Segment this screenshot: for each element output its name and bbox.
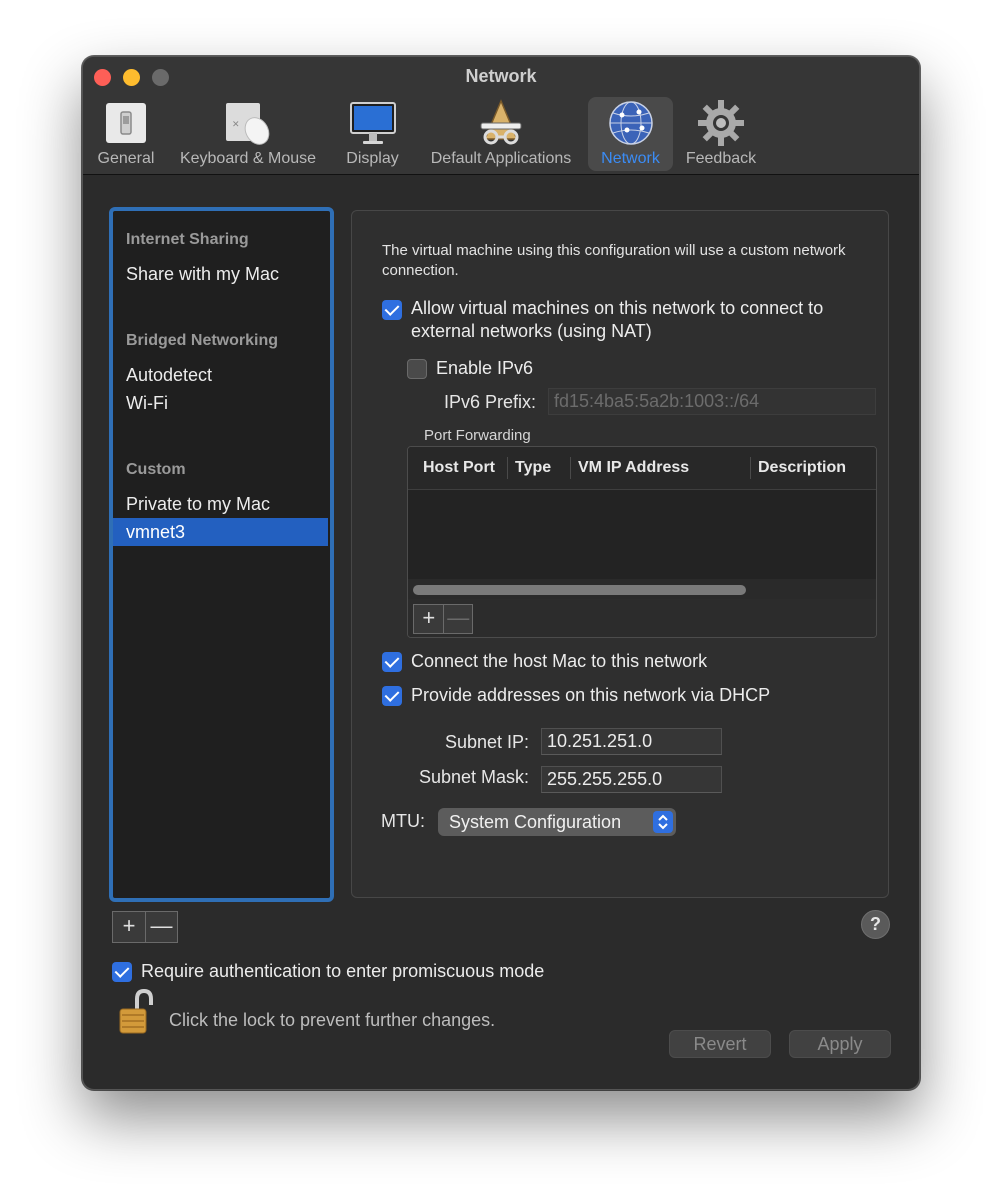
help-button[interactable]: ? — [861, 910, 890, 939]
network-globe-icon — [608, 101, 653, 145]
dhcp-checkbox[interactable] — [382, 686, 402, 706]
sidebar-item-autodetect[interactable]: Autodetect — [113, 361, 328, 389]
toolbar-tab-label: Keyboard & Mouse — [179, 150, 317, 167]
toolbar-tab-label: Network — [601, 150, 660, 167]
network-preferences-window: Network General ✕ Keyboard & Mouse Displ… — [82, 56, 920, 1090]
network-list-sidebar: Internet Sharing Share with my Mac Bridg… — [109, 207, 334, 902]
toolbar-tab-label: Default Applications — [430, 150, 572, 167]
subnet-ip-label: Subnet IP: — [444, 732, 529, 752]
column-type[interactable]: Type — [515, 459, 551, 477]
enable-ipv6-checkbox[interactable] — [407, 359, 427, 379]
add-network-button[interactable]: + — [113, 912, 145, 942]
ipv6-prefix-field[interactable]: fd15:4ba5:5a2b:1003::/64 — [548, 388, 876, 415]
connect-host-label: Connect the host Mac to this network — [411, 651, 708, 671]
dhcp-label: Provide addresses on this network via DH… — [411, 685, 771, 705]
column-divider — [507, 457, 508, 479]
section-heading-bridged-networking: Bridged Networking — [126, 332, 279, 349]
scrollbar-thumb[interactable] — [413, 585, 746, 595]
horizontal-scrollbar[interactable] — [408, 579, 876, 599]
mtu-selected-value: System Configuration — [449, 812, 622, 832]
chevron-up-down-icon — [653, 811, 673, 833]
svg-text:✕: ✕ — [232, 120, 240, 130]
sidebar-item-vmnet3[interactable]: vmnet3 — [113, 518, 328, 546]
remove-port-forward-button[interactable]: — — [443, 605, 472, 633]
toolbar-tab-network[interactable]: Network — [588, 97, 673, 171]
switch-icon — [106, 103, 146, 143]
mtu-popup-button[interactable]: System Configuration — [438, 808, 676, 836]
toolbar-tab-keyboard-mouse[interactable]: ✕ Keyboard & Mouse — [173, 97, 323, 171]
nat-label: Allow virtual machines on this network t… — [411, 298, 824, 341]
column-host-port[interactable]: Host Port — [423, 459, 495, 477]
apply-button[interactable]: Apply — [789, 1030, 891, 1058]
column-vm-ip-address[interactable]: VM IP Address — [578, 459, 689, 477]
network-settings-panel: The virtual machine using this configura… — [351, 210, 889, 898]
section-heading-custom: Custom — [126, 461, 186, 478]
port-forwarding-table[interactable]: Host Port Type VM IP Address Description… — [407, 446, 877, 638]
sidebar-item-wifi[interactable]: Wi-Fi — [113, 389, 328, 417]
add-port-forward-button[interactable]: + — [414, 605, 443, 633]
sidebar-item-private-to-my-mac[interactable]: Private to my Mac — [113, 490, 328, 518]
window-title: Network — [465, 66, 537, 86]
remove-network-button[interactable]: — — [145, 912, 177, 942]
section-heading-internet-sharing: Internet Sharing — [126, 231, 249, 248]
subnet-ip-field[interactable]: 10.251.251.0 — [541, 728, 722, 755]
enable-ipv6-label: Enable IPv6 — [436, 358, 534, 378]
column-description[interactable]: Description — [758, 459, 846, 477]
table-header: Host Port Type VM IP Address Description — [408, 447, 876, 490]
display-icon — [349, 102, 396, 144]
table-footer: + — — [408, 599, 876, 637]
toolbar-tab-label: Feedback — [685, 150, 757, 167]
subnet-mask-label: Subnet Mask: — [418, 767, 529, 787]
column-divider — [750, 457, 751, 479]
toolbar-tab-feedback[interactable]: Feedback — [681, 97, 761, 171]
toolbar-tab-label: General — [97, 150, 155, 167]
gear-icon — [698, 100, 744, 146]
promiscuous-auth-checkbox[interactable] — [112, 962, 132, 982]
sidebar-add-remove-control: + — — [112, 911, 178, 943]
port-forwarding-add-remove-control: + — — [413, 604, 473, 634]
toolbar-tab-default-applications[interactable]: Default Applications — [419, 97, 583, 171]
unlocked-padlock-icon[interactable] — [117, 989, 157, 1037]
ipv6-prefix-label: IPv6 Prefix: — [443, 392, 536, 412]
configuration-description: The virtual machine using this configura… — [382, 242, 846, 279]
titlebar: Network General ✕ Keyboard & Mouse Displ… — [83, 57, 919, 175]
default-applications-icon — [480, 99, 522, 145]
revert-button[interactable]: Revert — [669, 1030, 771, 1058]
lock-status-text: Click the lock to prevent further change… — [169, 1010, 496, 1030]
subnet-mask-field[interactable]: 255.255.255.0 — [541, 766, 722, 793]
sidebar-item-share-with-my-mac[interactable]: Share with my Mac — [113, 260, 328, 288]
port-forwarding-title: Port Forwarding — [424, 427, 531, 444]
toolbar-tab-general[interactable]: General — [94, 97, 158, 171]
toolbar-tab-display[interactable]: Display — [339, 97, 406, 171]
nat-checkbox[interactable] — [382, 300, 402, 320]
toolbar-tab-label: Display — [346, 150, 399, 167]
connect-host-checkbox[interactable] — [382, 652, 402, 672]
keyboard-mouse-icon: ✕ — [226, 103, 270, 145]
promiscuous-auth-label: Require authentication to enter promiscu… — [141, 961, 545, 981]
mtu-label: MTU: — [381, 811, 425, 831]
column-divider — [570, 457, 571, 479]
